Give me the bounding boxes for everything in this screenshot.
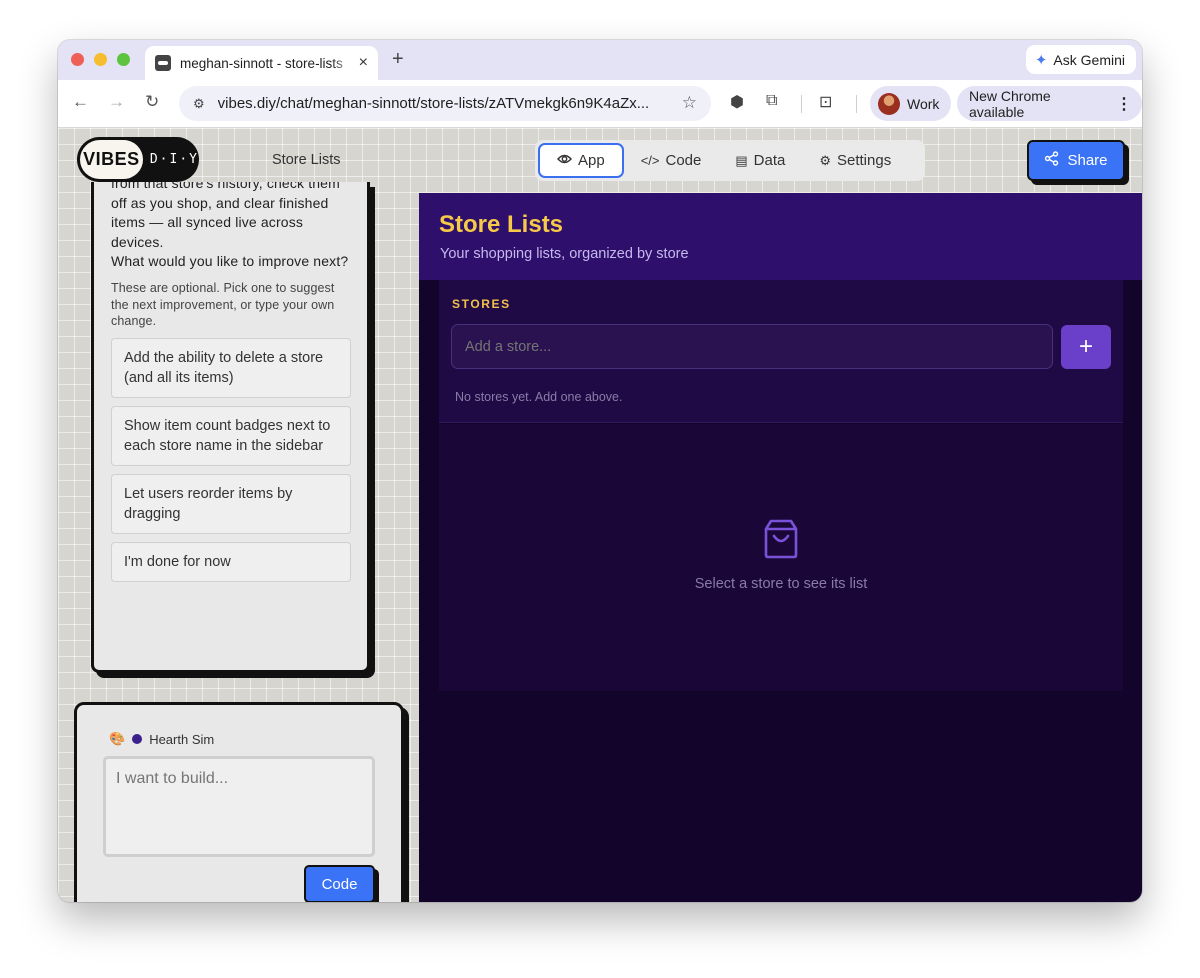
tab-code-label: Code — [665, 152, 702, 169]
tab-data-label: Data — [753, 152, 786, 169]
tab-code[interactable]: </> Code — [624, 143, 719, 178]
zoom-window-button[interactable] — [117, 53, 130, 66]
gear-icon: ⚙ — [819, 152, 831, 168]
improvement-question: What would you like to improve next? — [111, 253, 349, 269]
share-label: Share — [1067, 152, 1108, 169]
app-heading: Store Lists — [439, 211, 564, 238]
app-preview: Store Lists Your shopping lists, organiz… — [419, 193, 1142, 902]
browser-tab[interactable]: meghan-sinnott - store-lists × — [145, 46, 378, 80]
toolbar-divider — [801, 95, 802, 113]
logo-diy-text: D·I·Y — [149, 152, 199, 167]
code-icon: </> — [640, 153, 660, 168]
suggestion-button[interactable]: Show item count badges next to each stor… — [111, 405, 351, 466]
suggestion-button[interactable]: Let users reorder items by dragging — [111, 473, 351, 534]
ask-gemini-button[interactable]: ✦ Ask Gemini — [1025, 45, 1136, 74]
app-title-link[interactable]: Store Lists — [272, 152, 341, 168]
minimize-window-button[interactable] — [94, 53, 107, 66]
favicon-icon — [155, 55, 171, 71]
tab-data[interactable]: ▤ Data — [718, 143, 802, 178]
tab-settings[interactable]: ⚙ Settings — [802, 143, 908, 178]
back-arrow-icon[interactable]: ← — [72, 92, 89, 112]
page-content: VIBES D·I·Y Store Lists App </> Code ▤ D… — [58, 128, 1142, 902]
suggestion-hint: These are optional. Pick one to suggest … — [111, 281, 335, 328]
browser-window: meghan-sinnott - store-lists × + ✦ Ask G… — [58, 40, 1142, 902]
logo-vibes-text: VIBES — [80, 140, 143, 179]
shopping-bag-icon — [763, 519, 799, 564]
data-icon: ▤ — [735, 152, 748, 168]
chrome-update-button[interactable]: New Chrome available ⋮ — [957, 86, 1142, 121]
app-subtitle: Your shopping lists, organized by store — [440, 246, 689, 262]
share-icon — [1044, 151, 1059, 170]
tab-close-icon[interactable]: × — [359, 54, 368, 72]
tab-settings-label: Settings — [837, 152, 892, 169]
eye-icon — [557, 153, 572, 168]
close-window-button[interactable] — [71, 53, 84, 66]
gemini-sparkle-icon: ✦ — [1034, 51, 1048, 69]
share-button[interactable]: Share — [1027, 140, 1125, 181]
stores-section-label: STORES — [452, 297, 511, 311]
vibes-diy-logo[interactable]: VIBES D·I·Y — [77, 137, 199, 182]
chat-message-card: from that store's history, check them of… — [91, 182, 370, 673]
empty-stores-message: No stores yet. Add one above. — [455, 390, 623, 404]
tab-app[interactable]: App — [538, 143, 624, 178]
toolbar-divider — [856, 95, 857, 113]
done-button[interactable]: I'm done for now — [111, 541, 351, 582]
extensions-puzzle-icon[interactable]: ⧉ — [766, 92, 777, 110]
model-color-dot — [132, 734, 143, 744]
browser-toolbar: ← → ↻ ⚙ vibes.diy/chat/meghan-sinnott/st… — [58, 80, 1142, 128]
stores-panel: STORES + No stores yet. Add one above. — [439, 280, 1123, 423]
profile-label: Work — [907, 95, 940, 112]
prompt-card: 🎨 Hearth Sim Code — [74, 702, 404, 902]
app-header: Store Lists Your shopping lists, organiz… — [419, 193, 1142, 280]
address-bar[interactable]: ⚙ vibes.diy/chat/meghan-sinnott/store-li… — [179, 86, 711, 121]
tab-app-label: App — [578, 152, 605, 169]
url-text: vibes.diy/chat/meghan-sinnott/store-list… — [217, 95, 650, 112]
suggestion-button[interactable]: Add the ability to delete a store (and a… — [111, 337, 351, 398]
forward-arrow-icon[interactable]: → — [108, 92, 125, 112]
extension-shield-icon[interactable]: ⬢ — [730, 92, 744, 112]
list-area: Select a store to see its list — [439, 424, 1123, 691]
reload-icon[interactable]: ↻ — [145, 92, 159, 112]
site-settings-icon[interactable]: ⚙ — [193, 96, 205, 112]
more-menu-icon[interactable]: ⋮ — [1116, 94, 1132, 114]
palette-icon: 🎨 — [109, 731, 126, 746]
avatar — [878, 92, 900, 115]
new-tab-button[interactable]: + — [392, 48, 404, 71]
tab-bar: meghan-sinnott - store-lists × + ✦ Ask G… — [58, 40, 1142, 80]
assistant-message-text: from that store's history, check them of… — [111, 182, 340, 250]
bookmark-star-icon[interactable]: ☆ — [682, 93, 697, 113]
prompt-input[interactable] — [103, 756, 375, 857]
empty-list-message: Select a store to see its list — [694, 576, 868, 592]
add-store-input[interactable] — [451, 324, 1053, 369]
code-submit-button[interactable]: Code — [304, 865, 375, 902]
add-store-button[interactable]: + — [1061, 325, 1111, 369]
ask-gemini-label: Ask Gemini — [1053, 51, 1125, 68]
model-name: Hearth Sim — [149, 731, 215, 747]
view-tabs: App </> Code ▤ Data ⚙ Settings — [535, 140, 925, 181]
update-label: New Chrome available — [969, 87, 1051, 120]
tab-search-icon[interactable]: ⊡ — [819, 92, 832, 112]
model-selector[interactable]: 🎨 Hearth Sim — [109, 731, 214, 747]
tab-title: meghan-sinnott - store-lists — [180, 55, 343, 71]
profile-button[interactable]: Work — [870, 86, 952, 121]
